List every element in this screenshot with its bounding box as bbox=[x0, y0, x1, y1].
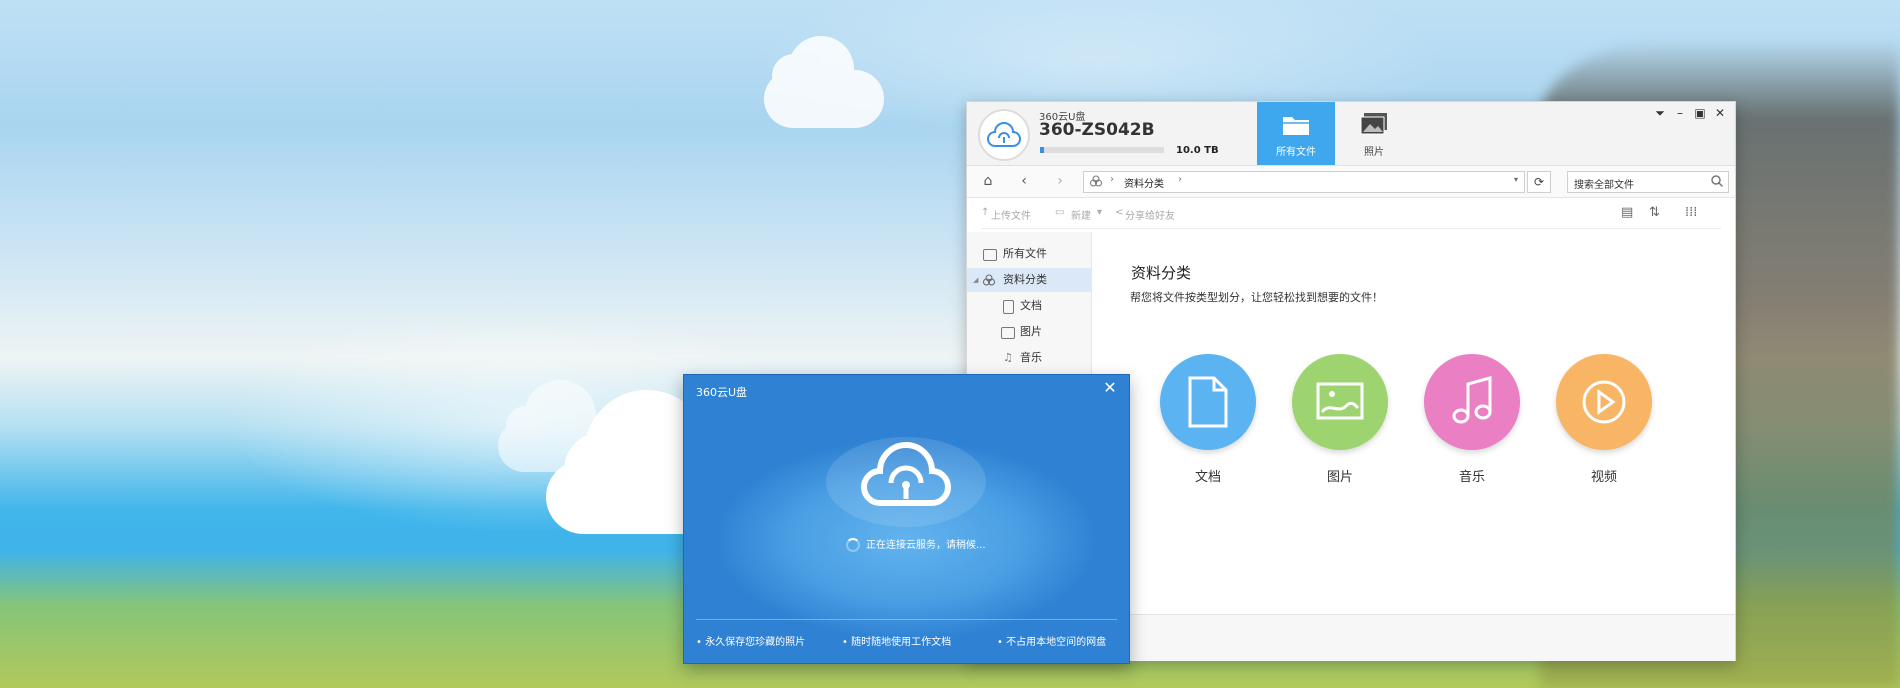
connection-status: 正在连接云服务，请稍候... bbox=[866, 540, 986, 551]
feature-text: 随时随地使用工作文档 bbox=[851, 637, 952, 648]
maximize-icon[interactable]: ▣ bbox=[1691, 105, 1709, 121]
divider bbox=[696, 619, 1117, 620]
category-label: 视频 bbox=[1590, 470, 1617, 485]
category-circle bbox=[1292, 354, 1388, 450]
search-icon[interactable] bbox=[1710, 174, 1724, 188]
tab-photos-label: 照片 bbox=[1364, 147, 1384, 158]
home-icon[interactable]: ⌂ bbox=[979, 172, 997, 190]
upload-icon: ↑ bbox=[981, 207, 990, 218]
sort-icon[interactable]: ⇅ bbox=[1649, 205, 1660, 220]
photos-icon bbox=[1360, 113, 1387, 135]
preview-pane-icon[interactable]: ▤ bbox=[1621, 205, 1633, 220]
chevron-down-icon[interactable]: ▾ bbox=[1514, 175, 1518, 184]
tab-all-files-label: 所有文件 bbox=[1276, 147, 1316, 158]
category-images[interactable]: 图片 bbox=[1292, 354, 1388, 485]
new-folder-icon: ▭ bbox=[1055, 207, 1065, 218]
category-circle bbox=[1160, 354, 1256, 450]
music-icon bbox=[1452, 376, 1492, 424]
path-separator: › bbox=[1110, 174, 1114, 185]
search-input[interactable]: 搜索全部文件 bbox=[1567, 171, 1729, 193]
minimize-icon[interactable]: – bbox=[1671, 105, 1689, 121]
sidebar-item-label: 音乐 bbox=[1020, 351, 1042, 364]
feature-item: • 随时随地使用工作文档 bbox=[842, 637, 952, 648]
capacity-bar bbox=[1040, 147, 1164, 153]
cloud-logo-icon bbox=[861, 442, 951, 506]
image-icon bbox=[1316, 382, 1364, 420]
feature-text: 永久保存您珍藏的照片 bbox=[705, 637, 806, 648]
address-bar[interactable]: › 资料分类 › ▾ bbox=[1083, 171, 1525, 193]
feature-item: • 永久保存您珍藏的照片 bbox=[696, 637, 806, 648]
sidebar-item-documents[interactable]: 文档 bbox=[967, 294, 1091, 318]
connecting-dialog: 360云U盘 ✕ 正在连接云服务，请稍候... • 永久保存您珍藏的照片 • 随… bbox=[683, 374, 1130, 664]
app-logo-icon bbox=[978, 109, 1030, 161]
category-icon bbox=[1090, 175, 1102, 187]
dropdown-icon[interactable]: ⏷ bbox=[1651, 105, 1669, 121]
feature-item: • 不占用本地空间的网盘 bbox=[997, 637, 1107, 648]
toolbar: ↑ 上传文件 ▭ 新建 ▾ < 分享给好友 ▤ ⇅ ⁞⁞⁞ bbox=[981, 198, 1721, 229]
dialog-title: 360云U盘 bbox=[696, 386, 748, 399]
sidebar-item-label: 所有文件 bbox=[1003, 247, 1047, 260]
music-icon: ♫ bbox=[1003, 351, 1013, 364]
image-icon bbox=[1001, 327, 1015, 339]
capacity-text: 10.0 TB bbox=[1176, 145, 1219, 156]
category-label: 图片 bbox=[1326, 470, 1353, 485]
title-bar: 360云U盘 360-ZS042B 10.0 TB 所有文件 照片 ⏷ – ▣ … bbox=[967, 102, 1735, 166]
back-icon[interactable]: ‹ bbox=[1015, 172, 1033, 190]
tab-photos[interactable]: 照片 bbox=[1335, 102, 1413, 165]
feature-text: 不占用本地空间的网盘 bbox=[1006, 637, 1107, 648]
search-placeholder: 搜索全部文件 bbox=[1574, 180, 1634, 191]
category-documents[interactable]: 文档 bbox=[1160, 354, 1256, 485]
loading-spinner-icon bbox=[846, 538, 860, 552]
share-icon: < bbox=[1115, 207, 1124, 218]
path-separator: › bbox=[1178, 174, 1182, 185]
sidebar-item-all-files[interactable]: 所有文件 bbox=[967, 242, 1091, 266]
sidebar-item-music[interactable]: ♫ 音乐 bbox=[967, 346, 1091, 370]
sidebar-item-label: 文档 bbox=[1020, 299, 1042, 312]
category-label: 音乐 bbox=[1458, 470, 1485, 485]
view-grid-icon[interactable]: ⁞⁞⁞ bbox=[1685, 205, 1697, 220]
close-icon[interactable]: ✕ bbox=[1711, 105, 1729, 121]
nav-bar: ⌂ ‹ › › 资料分类 › ▾ ⟳ 搜索全部文件 bbox=[967, 166, 1735, 198]
sidebar-item-images[interactable]: 图片 bbox=[967, 320, 1091, 344]
forward-icon[interactable]: › bbox=[1051, 172, 1069, 190]
category-videos[interactable]: 视频 bbox=[1556, 354, 1652, 485]
document-icon bbox=[1003, 300, 1014, 314]
refresh-button[interactable]: ⟳ bbox=[1527, 171, 1551, 193]
sidebar-item-categories[interactable]: ◢ 资料分类 bbox=[967, 268, 1091, 292]
document-icon bbox=[1188, 376, 1228, 428]
address-path: 资料分类 bbox=[1124, 179, 1164, 190]
close-icon[interactable]: ✕ bbox=[1101, 379, 1119, 397]
folder-icon bbox=[1283, 117, 1309, 135]
content-subtitle: 帮您将文件按类型划分，让您轻松找到想要的文件！ bbox=[1130, 291, 1383, 304]
expand-icon[interactable]: ◢ bbox=[973, 268, 978, 292]
capacity-fill bbox=[1040, 147, 1044, 153]
category-circle bbox=[1556, 354, 1652, 450]
device-name: 360-ZS042B bbox=[1039, 120, 1155, 140]
new-button[interactable]: 新建 bbox=[1071, 207, 1091, 222]
share-button[interactable]: 分享给好友 bbox=[1125, 207, 1175, 222]
upload-button[interactable]: 上传文件 bbox=[991, 207, 1031, 222]
category-music[interactable]: 音乐 bbox=[1424, 354, 1520, 485]
tab-all-files[interactable]: 所有文件 bbox=[1257, 102, 1335, 165]
category-icon bbox=[983, 274, 995, 286]
background-cloud bbox=[764, 36, 884, 128]
content-title: 资料分类 bbox=[1131, 264, 1192, 282]
sidebar-item-label: 资料分类 bbox=[1003, 273, 1047, 286]
chevron-down-icon: ▾ bbox=[1097, 207, 1103, 218]
category-label: 文档 bbox=[1194, 470, 1221, 485]
video-icon bbox=[1582, 380, 1626, 424]
folder-icon bbox=[983, 249, 997, 261]
category-circle bbox=[1424, 354, 1520, 450]
sidebar-item-label: 图片 bbox=[1020, 325, 1042, 338]
